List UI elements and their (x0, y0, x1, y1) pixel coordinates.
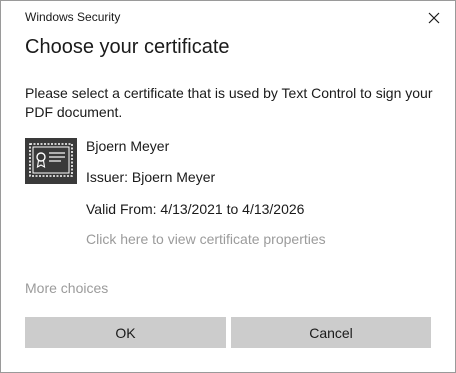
certificate-issuer: Issuer: Bjoern Meyer (86, 169, 216, 185)
window-title: Windows Security (25, 10, 121, 24)
certificate-dialog: Windows Security Choose your certificate… (0, 0, 456, 373)
ok-button[interactable]: OK (25, 317, 226, 348)
cancel-button[interactable]: Cancel (231, 317, 431, 348)
certificate-validity: Valid From: 4/13/2021 to 4/13/2026 (86, 201, 305, 217)
title-bar: Windows Security (1, 1, 455, 33)
dialog-heading: Choose your certificate (25, 36, 230, 58)
close-icon (428, 12, 440, 24)
certificate-properties-link[interactable]: Click here to view certificate propertie… (86, 231, 326, 247)
dialog-description: Please select a certificate that is used… (25, 85, 433, 120)
certificate-name: Bjoern Meyer (86, 138, 170, 154)
certificate-icon (25, 138, 77, 184)
more-choices-link[interactable]: More choices (25, 280, 108, 296)
close-button[interactable] (423, 7, 445, 29)
